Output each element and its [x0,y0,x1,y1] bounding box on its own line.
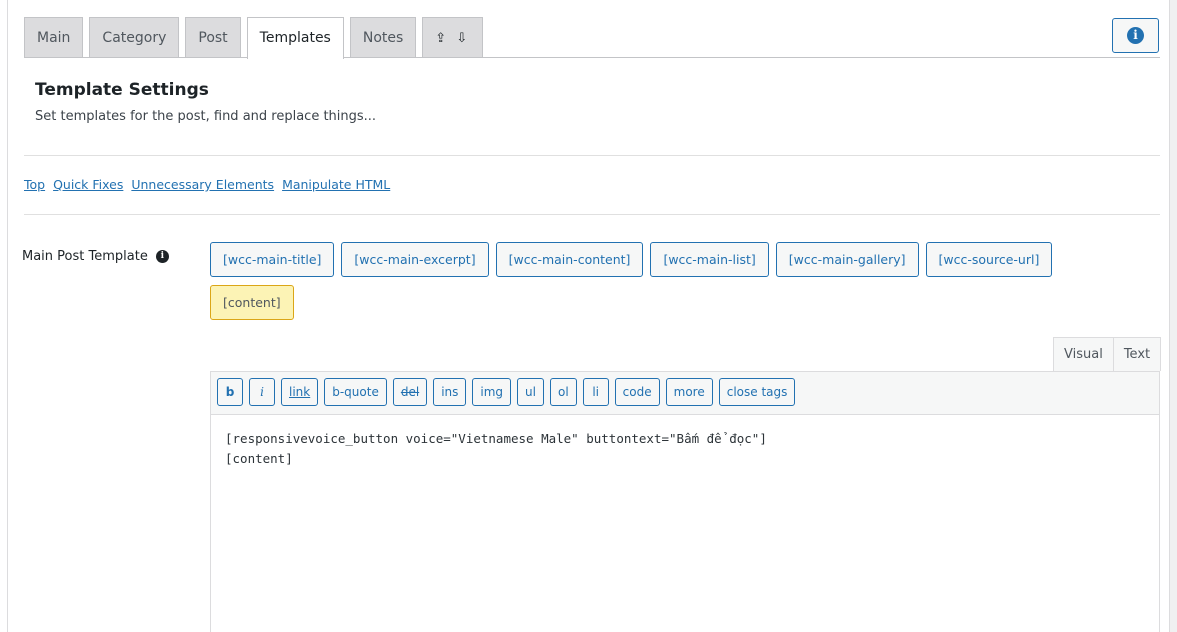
tab-post[interactable]: Post [185,17,241,58]
main-post-template-label: Main Post Template i [22,249,169,264]
divider [24,214,1160,215]
italic-button[interactable]: i [249,378,275,406]
shortcode-main-content-button[interactable]: [wcc-main-content] [495,242,644,277]
template-textarea[interactable]: [responsivevoice_button voice="Vietnames… [211,415,1159,483]
tab-import-export[interactable]: ⇪ ⇩ [422,17,484,58]
list-item-button[interactable]: li [582,378,609,406]
shortcode-main-title-button[interactable]: [wcc-main-title] [210,242,335,277]
more-button[interactable]: more [665,378,713,406]
tab-divider [24,57,1160,58]
link-button[interactable]: link [281,378,319,406]
shortcode-buttons: [wcc-main-title] [wcc-main-excerpt] [wcc… [210,242,1090,320]
ordered-list-button[interactable]: ol [549,378,577,406]
shortcode-main-gallery-button[interactable]: [wcc-main-gallery] [775,242,919,277]
close-tags-button[interactable]: close tags [718,378,796,406]
section-title: Template Settings [35,80,209,100]
template-editor: b i link b-quote del ins img ul ol li co… [210,371,1160,632]
divider [24,155,1160,156]
code-button[interactable]: code [614,378,660,406]
blockquote-button[interactable]: b-quote [324,378,387,406]
shortcode-main-excerpt-button[interactable]: [wcc-main-excerpt] [341,242,489,277]
shortcode-content-button[interactable]: [content] [210,285,294,320]
info-button[interactable]: i [1112,18,1159,53]
insert-button[interactable]: ins [433,378,467,406]
quick-link-manipulate-html[interactable]: Manipulate HTML [282,177,390,192]
tab-templates[interactable]: Templates [246,17,344,59]
unordered-list-button[interactable]: ul [517,378,544,406]
shortcode-main-list-button[interactable]: [wcc-main-list] [650,242,769,277]
quick-links: Top Quick Fixes Unnecessary Elements Man… [24,177,394,192]
info-icon[interactable]: i [155,250,169,263]
tab-main[interactable]: Main [24,17,84,58]
shortcode-source-url-button[interactable]: [wcc-source-url] [925,242,1053,277]
quick-link-top[interactable]: Top [24,177,45,192]
bold-button[interactable]: b [217,378,243,406]
tab-visual[interactable]: Visual [1053,337,1114,371]
tab-text[interactable]: Text [1113,337,1162,371]
delete-button[interactable]: del [392,378,428,406]
quick-link-quick-fixes[interactable]: Quick Fixes [53,177,123,192]
quicktags-toolbar: b i link b-quote del ins img ul ol li co… [211,372,1159,415]
tab-category[interactable]: Category [89,17,180,58]
page-background [1170,0,1177,632]
editor-mode-tabs: Visual Text [1053,337,1162,371]
settings-tabs: Main Category Post Templates Notes ⇪ ⇩ [24,17,489,59]
section-description: Set templates for the post, find and rep… [35,109,377,124]
tab-notes[interactable]: Notes [349,17,417,58]
image-button[interactable]: img [472,378,512,406]
quick-link-unnecessary-elements[interactable]: Unnecessary Elements [131,177,274,192]
info-icon: i [1127,27,1144,44]
import-export-icon: ⇪ ⇩ [435,31,471,46]
field-label-text: Main Post Template [22,249,148,264]
